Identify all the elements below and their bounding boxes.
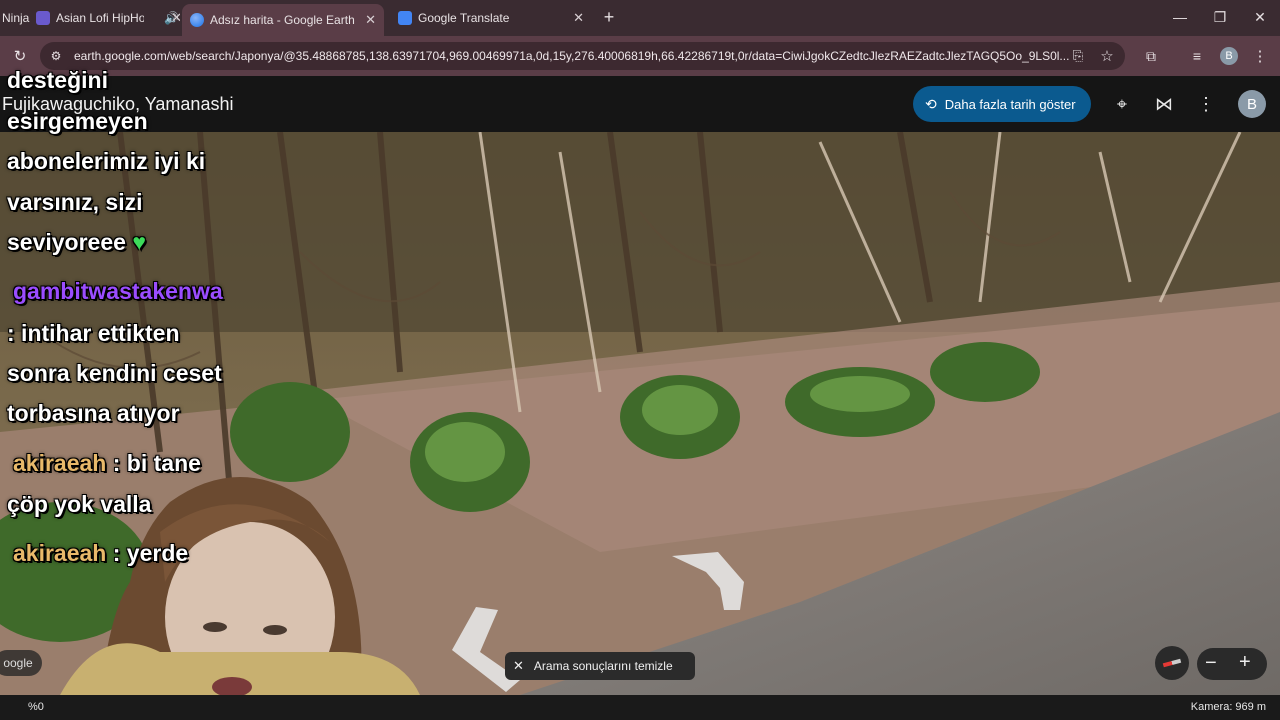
capture-icon[interactable]: ⌖ [1110,92,1134,116]
profile-avatar[interactable]: B [1220,47,1238,65]
account-avatar[interactable]: B [1238,90,1266,118]
close-tab-icon[interactable]: ✕ [171,10,180,26]
tab-label: Asian Lofi HipHop [56,11,144,25]
clear-search-label: Arama sonuçlarını temizle [533,659,673,673]
media-control-icon[interactable]: ≡ [1187,46,1207,66]
tab-google-translate[interactable]: Google Translate ✕ [390,4,590,32]
address-bar[interactable]: earth.google.com/web/search/Japonya/@35.… [40,42,1125,70]
chat-username: gambitwastakenwa [13,278,223,304]
chat-text: : bi tane [112,450,201,476]
close-tab-icon[interactable]: ✕ [365,12,376,28]
bookmark-star-icon[interactable]: ☆ [1097,46,1117,66]
chat-line: : intihar ettikten [7,320,180,346]
chat-line: sonra kendini ceset [7,360,222,386]
chat-message: akiraeah : yerde [13,540,188,567]
compass-button[interactable] [1155,646,1189,680]
tab-label: Ninja [2,11,30,25]
tab-favicon-icon [36,11,50,25]
restore-icon[interactable]: ❐ [1200,0,1240,34]
browser-tab-strip: Ninja Asian Lofi HipHop 🔊 ✕ Adsız harita… [0,0,1280,36]
more-options-icon[interactable]: ⋮ [1194,92,1218,116]
chat-username: akiraeah [13,540,107,566]
reload-icon[interactable]: ↻ [10,46,30,66]
site-info-icon[interactable]: ⚙ [46,46,66,66]
extensions-icon[interactable]: ⧉ [1141,46,1161,66]
status-bar: %0 Kamera: 969 m [0,695,1280,720]
minimize-icon[interactable]: — [1160,0,1200,34]
chat-line: çöp yok valla [7,491,152,517]
share-icon[interactable]: ⋈ [1152,92,1176,116]
chat-line: desteğini [7,67,108,93]
google-watermark: oogle [0,650,42,676]
zoom-percentage: %0 [28,701,44,713]
tab-ninja[interactable]: Ninja [0,4,30,32]
compass-needle-icon [1162,658,1182,668]
green-heart-icon: ♥ [132,229,146,255]
street-view-panorama[interactable]: oogle ✕ Arama sonuçlarını temizle − + [0,132,1280,695]
chat-line: abonelerimiz iyi ki [7,148,206,174]
zoom-out-icon[interactable]: − [1205,652,1217,675]
show-more-history-button[interactable]: ⟲ Daha fazla tarih göster [913,86,1091,122]
new-tab-icon[interactable]: + [592,0,626,34]
camera-altitude: Kamera: 969 m [1190,701,1266,713]
chat-line: seviyoreee ♥ [7,229,146,256]
history-icon: ⟲ [925,95,937,112]
browser-menu-icon[interactable]: ⋮ [1250,46,1270,66]
url-text: earth.google.com/web/search/Japonya/@35.… [74,49,1070,63]
history-button-label: Daha fazla tarih göster [944,96,1076,112]
chat-text: seviyoreee [7,229,126,255]
close-tab-icon[interactable]: ✕ [573,10,584,26]
chat-message: akiraeah : bi tane [13,450,201,477]
close-icon: ✕ [513,658,524,673]
chat-line: esirgemeyen [7,108,148,134]
chat-text: : yerde [112,540,189,566]
tab-google-earth[interactable]: Adsız harita - Google Earth ✕ [182,4,384,36]
chat-line: varsınız, sizi [7,189,143,215]
install-app-icon[interactable]: ⎘ [1068,46,1088,66]
close-window-icon[interactable]: ✕ [1240,0,1280,34]
tab-label: Google Translate [418,11,510,25]
clear-search-results-button[interactable]: ✕ Arama sonuçlarını temizle [505,652,695,680]
chat-username: akiraeah [13,450,107,476]
translate-favicon-icon [398,11,412,25]
tab-label: Adsız harita - Google Earth [210,13,355,27]
zoom-control: − + [1197,648,1267,680]
earth-favicon-icon [190,13,204,27]
chat-line: torbasına atıyor [7,400,180,426]
zoom-in-icon[interactable]: + [1239,651,1251,674]
tab-asian-lofi[interactable]: Asian Lofi HipHop 🔊 ✕ [28,4,180,32]
